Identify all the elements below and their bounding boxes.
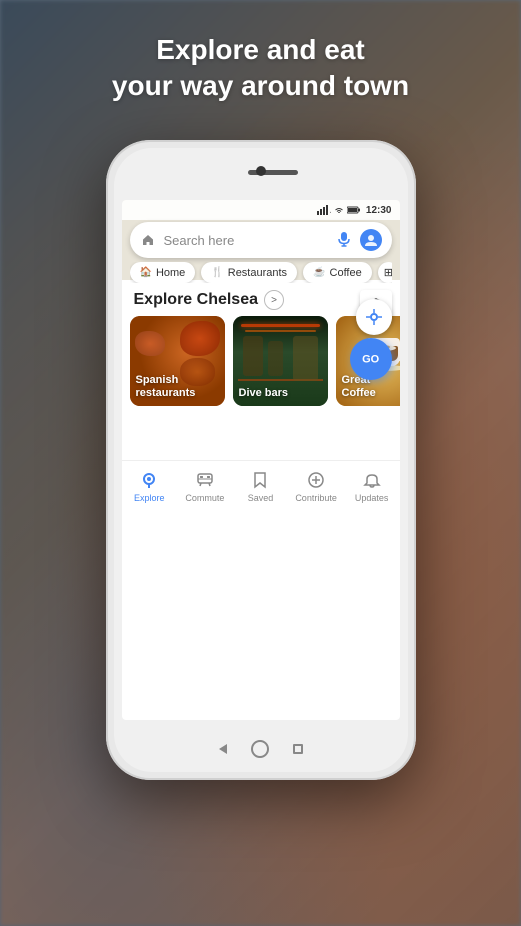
explore-nav-icon	[138, 469, 160, 491]
nav-updates-label: Updates	[355, 493, 389, 503]
home-chip-icon: 🏠	[140, 267, 152, 278]
back-button[interactable]	[219, 744, 227, 754]
card-label-divebars: Dive bars	[239, 387, 289, 400]
nav-updates[interactable]: Updates	[344, 469, 400, 503]
filter-restaurants-label: Restaurants	[228, 267, 287, 279]
updates-nav-icon	[361, 469, 383, 491]
commute-nav-icon	[194, 469, 216, 491]
phone-screen: Chelsea Market W 20th St W 19th St W 18t…	[122, 200, 400, 720]
time-display: 12:30	[366, 205, 392, 216]
nav-commute-label: Commute	[185, 493, 224, 503]
map-area: Chelsea Market W 20th St W 19th St W 18t…	[122, 200, 400, 510]
filter-coffee[interactable]: ☕ Coffee	[303, 262, 372, 283]
recent-apps-button[interactable]	[293, 744, 303, 754]
location-target-icon	[365, 308, 383, 326]
battery-icon	[347, 206, 361, 214]
nav-saved[interactable]: Saved	[233, 469, 289, 503]
explore-arrow[interactable]: >	[264, 290, 284, 310]
my-location-button[interactable]	[356, 299, 392, 335]
mic-icon[interactable]	[334, 230, 354, 250]
nav-saved-label: Saved	[248, 493, 274, 503]
status-icons: ▲ 12:30	[317, 205, 392, 216]
nav-contribute[interactable]: Contribute	[288, 469, 344, 503]
nav-explore-label: Explore	[134, 493, 165, 503]
filter-restaurants[interactable]: 🍴 Restaurants	[201, 262, 297, 283]
home-search-icon	[140, 232, 156, 248]
coffee-chip-icon: ☕	[313, 267, 325, 278]
svg-text:▲: ▲	[329, 209, 331, 215]
bottom-nav: Explore	[122, 460, 400, 510]
explore-title: Explore Chelsea	[134, 291, 259, 309]
signal-icon: ▲	[317, 205, 331, 215]
headline-line1: Explore and eat	[0, 32, 521, 68]
filter-home[interactable]: 🏠 Home	[130, 262, 196, 283]
more-chip-icon: ⊞	[384, 266, 392, 279]
search-bar[interactable]: Search here	[130, 222, 392, 258]
headline: Explore and eat your way around town	[0, 32, 521, 105]
search-placeholder: Search here	[164, 233, 334, 248]
phone-nav-bar	[219, 740, 303, 758]
headline-line2: your way around town	[0, 68, 521, 104]
quick-filters: 🏠 Home 🍴 Restaurants ☕ Coffee ⊞	[130, 262, 392, 283]
go-label: GO	[362, 353, 379, 365]
nav-commute[interactable]: Commute	[177, 469, 233, 503]
explore-card-divebars[interactable]: Dive bars	[233, 316, 328, 406]
nav-explore[interactable]: Explore	[122, 469, 178, 503]
home-button[interactable]	[251, 740, 269, 758]
phone-frame: Chelsea Market W 20th St W 19th St W 18t…	[106, 140, 416, 780]
nav-contribute-label: Contribute	[295, 493, 337, 503]
phone-inner: Chelsea Market W 20th St W 19th St W 18t…	[114, 148, 408, 772]
filter-more[interactable]: ⊞	[378, 262, 392, 283]
saved-nav-icon	[249, 469, 271, 491]
wifi-icon	[334, 206, 344, 214]
filter-coffee-label: Coffee	[330, 267, 362, 279]
card-label-spanish: Spanishrestaurants	[136, 374, 196, 400]
contribute-nav-icon	[305, 469, 327, 491]
filter-home-label: Home	[156, 267, 185, 279]
user-avatar[interactable]	[360, 229, 382, 251]
restaurant-chip-icon: 🍴	[211, 267, 223, 278]
explore-card-spanish[interactable]: Spanishrestaurants	[130, 316, 225, 406]
status-bar: ▲ 12:30	[122, 200, 400, 220]
phone-camera	[256, 166, 266, 176]
